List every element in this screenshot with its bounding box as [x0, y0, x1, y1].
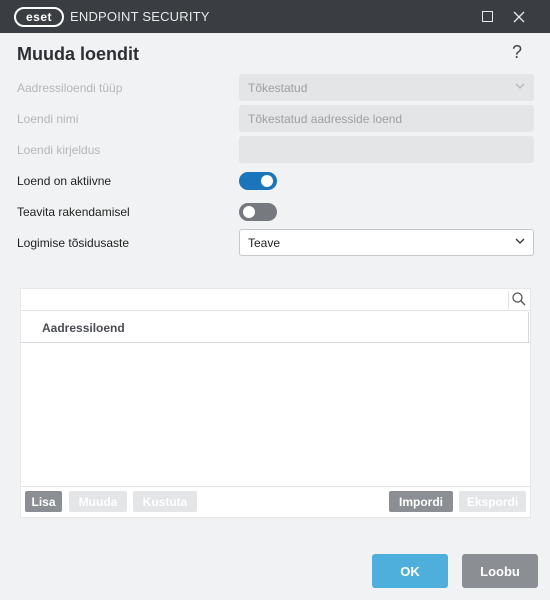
search-icon[interactable]: [508, 291, 526, 309]
toggle-knob: [243, 206, 255, 218]
log-severity-value: Teave: [248, 236, 281, 250]
import-button[interactable]: Impordi: [389, 491, 453, 512]
export-button: Ekspordi: [459, 491, 526, 512]
log-severity-label: Logimise tõsidusaste: [17, 236, 130, 250]
list-description-field: [239, 136, 534, 163]
list-toolbar: Lisa Muuda Kustuta Impordi Ekspordi: [21, 486, 530, 517]
search-bar[interactable]: [21, 289, 530, 311]
list-type-label: Aadressiloendi tüüp: [17, 81, 123, 95]
ok-button[interactable]: OK: [372, 554, 448, 588]
add-button[interactable]: Lisa: [25, 491, 62, 512]
product-name: ENDPOINT SECURITY: [70, 9, 210, 24]
close-button[interactable]: [502, 0, 536, 33]
chevron-down-icon: [515, 83, 525, 89]
dialog-title: Muuda loendit: [17, 44, 139, 64]
chevron-down-icon: [515, 238, 525, 244]
table-header: Aadressiloend: [21, 312, 530, 343]
maximize-button[interactable]: [470, 0, 504, 33]
column-header-address-list[interactable]: Aadressiloend: [42, 321, 125, 335]
list-description-label: Loendi kirjeldus: [17, 143, 101, 157]
log-severity-select[interactable]: Teave: [239, 229, 534, 256]
list-active-toggle[interactable]: [239, 172, 277, 190]
close-icon: [513, 11, 525, 22]
toggle-knob: [261, 175, 273, 187]
list-type-value: Tõkestatud: [248, 81, 308, 95]
eset-logo: eset: [14, 7, 64, 27]
notify-label: Teavita rakendamisel: [17, 205, 130, 219]
list-name-field: Tõkestatud aadresside loend: [239, 105, 534, 132]
notify-toggle[interactable]: [239, 203, 277, 221]
edit-button: Muuda: [69, 491, 127, 512]
square-icon: [481, 11, 493, 22]
address-list-panel: Aadressiloend Lisa Muuda Kustuta Impordi…: [20, 288, 531, 518]
table-body[interactable]: [21, 344, 530, 486]
list-type-select: Tõkestatud: [239, 74, 534, 101]
list-name-label: Loendi nimi: [17, 112, 79, 126]
delete-button: Kustuta: [133, 491, 197, 512]
column-divider[interactable]: [528, 312, 529, 343]
title-bar: eset ENDPOINT SECURITY: [0, 0, 550, 33]
help-icon[interactable]: ?: [512, 42, 522, 63]
list-active-label: Loend on aktiivne: [17, 174, 112, 188]
cancel-button[interactable]: Loobu: [462, 554, 538, 588]
